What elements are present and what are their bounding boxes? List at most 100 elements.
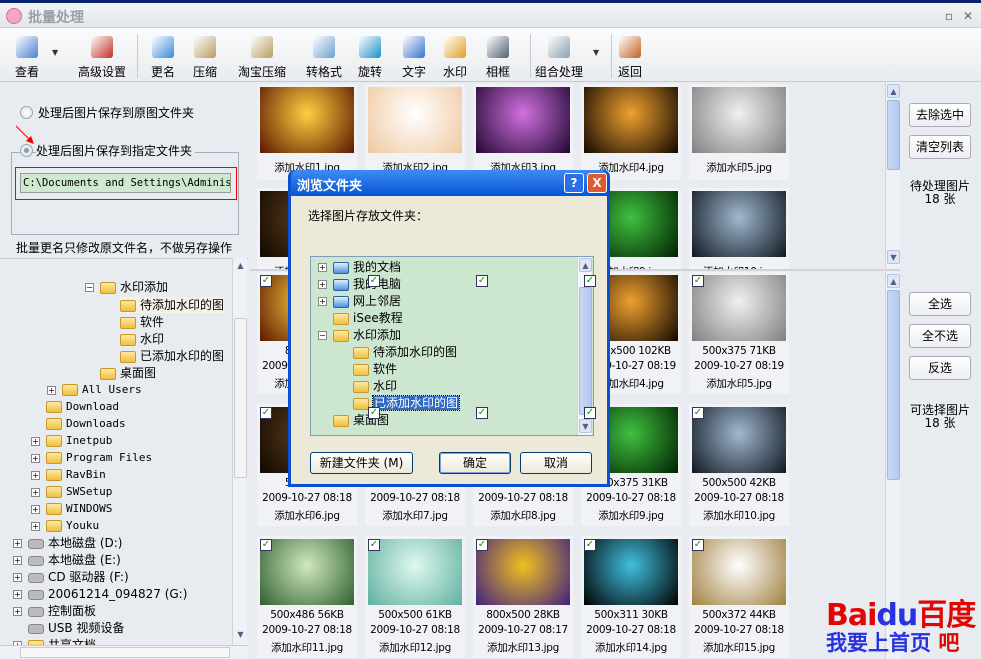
pending-thumbnail[interactable]: 添加水印5.jpg: [689, 84, 789, 180]
checkbox-checked[interactable]: ✓: [368, 539, 380, 551]
new-folder-button[interactable]: 新建文件夹 (M): [310, 452, 413, 474]
checkbox-checked[interactable]: ✓: [692, 275, 704, 287]
checkbox-checked[interactable]: ✓: [368, 275, 380, 287]
tree-expander-plus[interactable]: +: [31, 488, 40, 497]
tree-expander-plus[interactable]: +: [318, 280, 327, 289]
dialog-tree-item[interactable]: 水印: [353, 378, 397, 394]
tree-item[interactable]: 本地磁盘 (D:): [28, 535, 122, 551]
tree-expander-plus[interactable]: +: [13, 539, 22, 548]
help-button[interactable]: ?: [564, 173, 584, 193]
dialog-close-button[interactable]: X: [587, 173, 607, 193]
tree-expander-plus[interactable]: +: [13, 607, 22, 616]
tree-expander-plus[interactable]: +: [31, 505, 40, 514]
select-all-button[interactable]: 全选: [909, 292, 971, 316]
dialog-tree-item[interactable]: 水印添加: [333, 327, 401, 343]
tree-expander-minus[interactable]: −: [85, 283, 94, 292]
scrollbar-thumb[interactable]: [20, 647, 230, 658]
tree-item[interactable]: 水印: [120, 331, 164, 347]
scroll-up-arrow[interactable]: ▲: [887, 84, 900, 98]
scroll-down-arrow[interactable]: ▼: [234, 628, 247, 642]
scroll-down-arrow[interactable]: ▼: [887, 250, 900, 264]
checkbox-checked[interactable]: ✓: [584, 539, 596, 551]
checkbox-checked[interactable]: ✓: [368, 407, 380, 419]
tree-item[interactable]: WINDOWS: [46, 501, 112, 517]
toolbar-button-taobao-compress[interactable]: 淘宝压缩: [233, 28, 291, 82]
tree-item[interactable]: All Users: [62, 382, 142, 398]
pending-thumbnail[interactable]: 添加水印10.jpg: [689, 188, 789, 269]
selectable-thumbnail[interactable]: ✓ 500x375 71KB 2009-10-27 08:19 添加水印5.jpg: [689, 272, 789, 394]
checkbox-checked[interactable]: ✓: [584, 275, 596, 287]
pending-thumbnail[interactable]: 添加水印1.jpg: [257, 84, 357, 180]
tree-item[interactable]: Youku: [46, 518, 99, 534]
close-button[interactable]: ✕: [960, 8, 976, 24]
dialog-tree-item[interactable]: 网上邻居: [333, 293, 401, 309]
tree-item[interactable]: 控制面板: [28, 603, 96, 619]
tree-item[interactable]: USB 视频设备: [28, 620, 124, 636]
pending-thumbnail[interactable]: 添加水印3.jpg: [473, 84, 573, 180]
radio-save-original[interactable]: [20, 106, 33, 119]
checkbox-checked[interactable]: ✓: [584, 407, 596, 419]
tree-expander-plus[interactable]: +: [31, 522, 40, 531]
scrollbar-thumb[interactable]: [234, 318, 247, 478]
selectable-thumbnail[interactable]: ✓ 500x486 56KB 2009-10-27 08:18 添加水印11.jpg: [257, 536, 357, 658]
tree-expander-plus[interactable]: +: [13, 573, 22, 582]
dialog-tree-item[interactable]: 我的电脑: [333, 276, 401, 292]
dialog-tree-item[interactable]: 待添加水印的图: [353, 344, 457, 360]
save-path-input[interactable]: C:\Documents and Settings\Administ: [20, 173, 231, 193]
scroll-up-arrow[interactable]: ▲: [579, 258, 592, 272]
tree-item[interactable]: 共享文档: [28, 637, 96, 645]
checkbox-checked[interactable]: ✓: [260, 407, 272, 419]
tree-item[interactable]: RavBin: [46, 467, 106, 483]
dialog-tree-item[interactable]: 我的文档: [333, 259, 401, 275]
tree-item[interactable]: CD 驱动器 (F:): [28, 569, 129, 585]
tree-expander-plus[interactable]: +: [318, 297, 327, 306]
tree-expander-plus[interactable]: +: [13, 556, 22, 565]
selectable-thumbnail[interactable]: ✓ 500x500 61KB 2009-10-27 08:18 添加水印12.jpg: [365, 536, 465, 658]
tree-item[interactable]: Downloads: [46, 416, 126, 432]
selectable-thumbnail[interactable]: ✓ 800x500 28KB 2009-10-27 08:17 添加水印13.jpg: [473, 536, 573, 658]
checkbox-checked[interactable]: ✓: [476, 407, 488, 419]
toolbar-button-compress[interactable]: 压缩: [188, 28, 222, 82]
invert-selection-button[interactable]: 反选: [909, 356, 971, 380]
toolbar-button-rename[interactable]: 更名: [146, 28, 180, 82]
dialog-tree-item[interactable]: 软件: [353, 361, 397, 377]
tree-item[interactable]: 已添加水印的图: [120, 348, 224, 364]
clear-list-button[interactable]: 清空列表: [909, 135, 971, 159]
tree-item[interactable]: 水印添加: [100, 279, 168, 295]
checkbox-checked[interactable]: ✓: [476, 539, 488, 551]
toolbar-button-tools[interactable]: 高级设置: [62, 28, 142, 82]
dialog-tree-item[interactable]: iSee教程: [333, 310, 403, 326]
cancel-button[interactable]: 取消: [520, 452, 592, 474]
checkbox-checked[interactable]: ✓: [260, 275, 272, 287]
pending-thumbnail[interactable]: 添加水印2.jpg: [365, 84, 465, 180]
checkbox-checked[interactable]: ✓: [476, 275, 488, 287]
toolbar-button-return[interactable]: 返回: [611, 28, 649, 82]
tree-expander-plus[interactable]: +: [31, 471, 40, 480]
tree-item[interactable]: 20061214_094827 (G:): [28, 586, 187, 602]
pending-thumbnail[interactable]: 添加水印4.jpg: [581, 84, 681, 180]
scrollbar-thumb[interactable]: [887, 100, 900, 170]
scroll-up-arrow[interactable]: ▲: [887, 274, 900, 288]
scrollbar-thumb[interactable]: [887, 290, 900, 480]
toolbar-button-text[interactable]: 文字: [397, 28, 431, 82]
toolbar-button-convert-format[interactable]: 转格式: [300, 28, 348, 82]
combine-dropdown-arrow[interactable]: ▼: [593, 48, 599, 57]
tree-horizontal-scrollbar[interactable]: [0, 645, 248, 659]
tree-item[interactable]: Download: [46, 399, 119, 415]
ok-button[interactable]: 确定: [439, 452, 511, 474]
dialog-tree-item[interactable]: 桌面图: [333, 412, 389, 428]
minimize-button[interactable]: ▫: [941, 8, 957, 24]
checkbox-checked[interactable]: ✓: [260, 539, 272, 551]
tree-item[interactable]: Inetpub: [46, 433, 112, 449]
toolbar-button-watermark[interactable]: 水印: [438, 28, 472, 82]
toolbar-button-combine[interactable]: 组合处理: [527, 28, 591, 82]
toolbar-button-view[interactable]: 查看: [8, 28, 46, 82]
select-none-button[interactable]: 全不选: [909, 324, 971, 348]
selectable-thumbnail[interactable]: ✓ 500x311 30KB 2009-10-27 08:18 添加水印14.jpg: [581, 536, 681, 658]
remove-selected-button[interactable]: 去除选中: [909, 103, 971, 127]
toolbar-button-frame[interactable]: 相框: [481, 28, 515, 82]
tree-expander-plus[interactable]: +: [31, 454, 40, 463]
tree-expander-plus[interactable]: +: [318, 263, 327, 272]
tree-item[interactable]: Program Files: [46, 450, 152, 466]
toolbar-button-rotate[interactable]: 旋转: [353, 28, 387, 82]
